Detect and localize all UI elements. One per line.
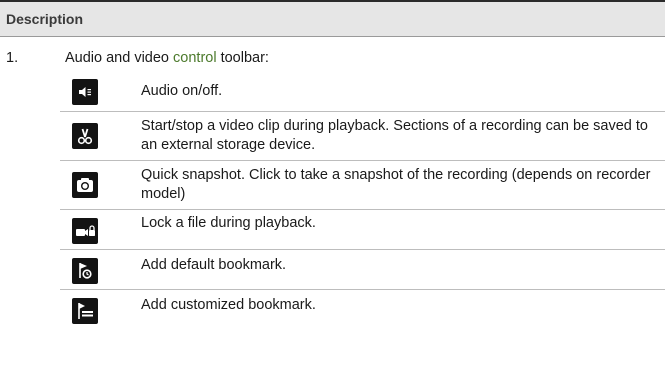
table-header: Description: [0, 2, 665, 37]
item-intro: Audio and video control toolbar:: [65, 50, 269, 66]
header-title: Description: [6, 11, 84, 27]
camera-icon[interactable]: [72, 172, 98, 198]
bookmark-default-icon[interactable]: [72, 258, 98, 284]
toolbar-row-audio: Audio on/off.: [60, 72, 665, 112]
toolbar-row-snapshot: Quick snapshot. Click to take a snapshot…: [60, 161, 665, 210]
file-lock-icon[interactable]: [72, 218, 98, 244]
toolbar-row-lock: Lock a file during playback.: [60, 210, 665, 250]
item-number: 1.: [6, 50, 19, 66]
row-description: Add default bookmark.: [141, 257, 287, 273]
row-description: Add customized bookmark.: [141, 297, 316, 313]
row-description: Audio on/off.: [141, 83, 223, 99]
toolbar-row-custom-bookmark: Add customized bookmark.: [60, 290, 665, 330]
toolbar-icon-list: Audio on/off. Start/stop a video clip du…: [60, 72, 665, 330]
row-description: Lock a file during playback.: [141, 215, 316, 231]
toolbar-row-default-bookmark: Add default bookmark.: [60, 250, 665, 290]
bookmark-custom-icon[interactable]: [72, 298, 98, 324]
intro-text-after: toolbar:: [216, 50, 269, 66]
speaker-icon[interactable]: [72, 79, 98, 105]
control-link[interactable]: control: [173, 50, 217, 66]
row-description: Start/stop a video clip during playback.…: [141, 118, 648, 153]
toolbar-row-clip: Start/stop a video clip during playback.…: [60, 112, 665, 161]
intro-text-before: Audio and video: [65, 50, 174, 66]
scissors-icon[interactable]: [72, 123, 98, 149]
row-description: Quick snapshot. Click to take a snapshot…: [141, 167, 651, 202]
